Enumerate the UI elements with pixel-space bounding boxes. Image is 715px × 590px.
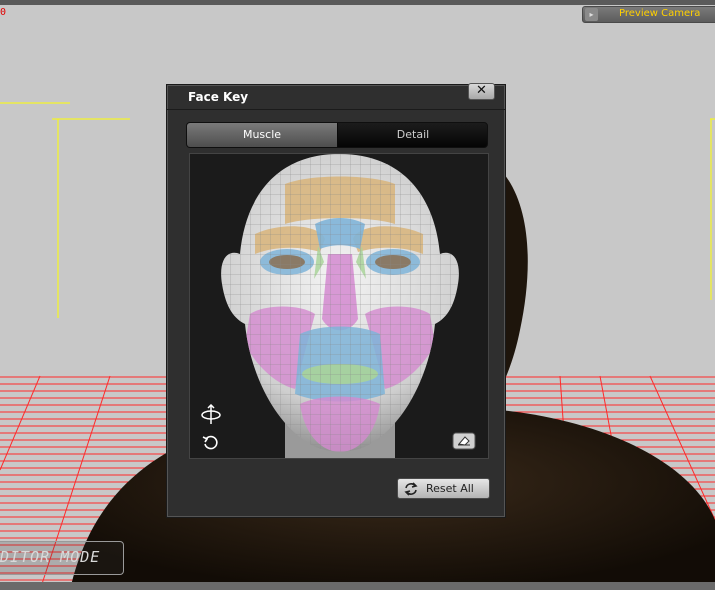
tab-detail[interactable]: Detail [338,123,487,147]
face-key-panel: Face Key ✕ Muscle Detail Reset All [166,83,506,518]
face-region-viewer[interactable] [189,153,489,459]
panel-title: Face Key [188,90,249,104]
close-button[interactable]: ✕ [468,83,495,100]
mode-tabs: Muscle Detail [186,122,488,148]
camera-label: Preview Camera [619,8,701,19]
reset-all-button[interactable]: Reset All [397,478,490,499]
viewport-corner-mark: 0 [0,7,7,18]
editor-mode-label: DITOR MODE [0,548,101,566]
rotate-view-icon[interactable] [200,404,222,426]
reset-view-icon[interactable] [202,434,220,452]
refresh-icon [404,482,418,496]
camera-selector[interactable]: ▸ Preview Camera [582,6,715,23]
camera-expand-icon[interactable]: ▸ [585,8,598,21]
viewport-bottom-bar [0,582,715,590]
face-map [190,154,488,458]
tab-muscle[interactable]: Muscle [187,123,338,147]
title-separator [167,109,505,110]
reset-all-label: Reset All [426,482,474,495]
eraser-icon[interactable] [452,432,476,450]
